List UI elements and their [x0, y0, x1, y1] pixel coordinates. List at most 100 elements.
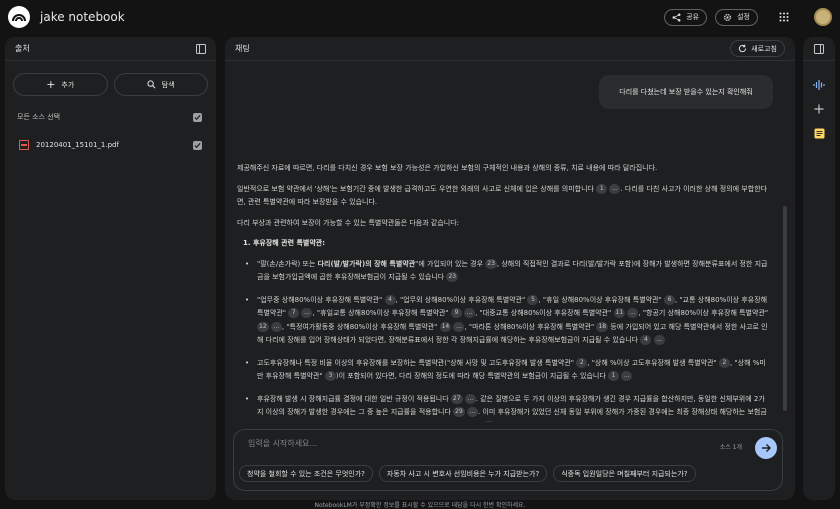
- apps-grid-icon[interactable]: [774, 7, 794, 27]
- citation-chip[interactable]: 4: [384, 294, 396, 305]
- share-label: 공유: [686, 13, 700, 21]
- citation-chip[interactable]: 18: [596, 321, 609, 332]
- citation-chip[interactable]: 27: [450, 393, 463, 404]
- note-icon[interactable]: [803, 121, 835, 145]
- citation-chip[interactable]: 1: [596, 183, 608, 194]
- pdf-icon: [19, 140, 29, 150]
- citation-chip[interactable]: 28: [483, 420, 495, 422]
- select-all-sources[interactable]: 모든 소스 선택: [5, 110, 216, 124]
- citation-chip[interactable]: ...: [621, 371, 633, 381]
- answer-text: "에 가입되어 있는 경우: [415, 259, 484, 268]
- source-file-name: 20120401_15101_1.pdf: [36, 141, 119, 149]
- citation-chip[interactable]: 29: [453, 407, 465, 417]
- citation-chip[interactable]: ...: [627, 308, 639, 318]
- assistant-answer: 제공해주신 자료에 따르면, 다리를 다치신 경우 보험 보장 가능성은 가입하…: [237, 162, 769, 422]
- answer-paragraph: 제공해주신 자료에 따르면, 다리를 다치신 경우 보험 보장 가능성은 가입하…: [237, 164, 658, 172]
- gear-icon: [724, 13, 732, 21]
- answer-text: , "대중교통 상해80%이상 후유장해 특별약관": [475, 309, 612, 317]
- citation-chip[interactable]: ...: [467, 407, 479, 417]
- select-all-checkbox[interactable]: [193, 112, 202, 122]
- answer-heading: 1. 후유장해 관련 특별약관:: [243, 239, 326, 247]
- citation-chip[interactable]: 14: [439, 321, 452, 332]
- citation-chip[interactable]: 1: [608, 371, 620, 381]
- citation-chip[interactable]: 9: [450, 308, 462, 318]
- answer-text: )이 포함되어 있다면, 다리 장해의 정도에 따라 해당 특별약관의 보험금이…: [335, 372, 606, 380]
- add-note-icon[interactable]: [803, 97, 835, 121]
- answer-bullet: 후유장해 발생 시 장해지급률 결정에 대한 일반 규정이 적용됩니다 27 .…: [237, 393, 769, 422]
- answer-text: "업무중 상해80%이상 후유장해 특별약관": [257, 295, 383, 304]
- citation-chip[interactable]: 2: [576, 357, 588, 368]
- answer-text: , "항공기 상해80%이상 후유장해 특별약관": [638, 309, 769, 317]
- answer-bullet: 고도후유장해나 특정 비율 이상의 후유장해를 보장하는 특별약관("상해 사망…: [237, 357, 769, 384]
- share-icon: [672, 13, 681, 21]
- answer-bullet: "팔(손/손가락) 또는 다리(발/발가락)의 장해 특별약관"에 가입되어 있…: [237, 258, 769, 285]
- source-item[interactable]: 20120401_15101_1.pdf: [5, 138, 216, 152]
- answer-text: , "상해 %이상 고도후유장해 발생 특별약관": [587, 358, 717, 367]
- citation-chip[interactable]: 23: [485, 258, 497, 269]
- suggested-question[interactable]: 자동차 사고 시 변호사 선임비용은 누가 지급받는가?: [378, 465, 548, 482]
- answer-text: , "휴일교통 상해80%이상 후유장해 특별약관": [312, 309, 449, 317]
- citation-chip[interactable]: 12: [257, 321, 269, 332]
- share-button[interactable]: 공유: [664, 8, 708, 26]
- disclaimer-text: NotebookLM가 부정확한 정보를 표시할 수 있으므로 대답을 다시 한…: [314, 502, 526, 509]
- select-all-label: 모든 소스 선택: [17, 113, 61, 121]
- settings-label: 설정: [737, 13, 750, 21]
- audio-overview-icon[interactable]: [803, 73, 835, 97]
- chat-input-box: 입력을 시작하세요... 소스 1개 청약을 철회할 수 있는 조건은 무엇인가…: [233, 429, 783, 491]
- avatar[interactable]: [814, 8, 832, 26]
- citation-chip[interactable]: ...: [464, 308, 476, 318]
- answer-paragraph: 일반적으로 보험 약관에서 '상해'는 보험기간 중에 발생한 급격하고도 우연…: [237, 183, 769, 210]
- refresh-icon: [739, 44, 747, 53]
- chat-title: 채팅: [235, 44, 250, 53]
- sources-panel: 출처 + 추가 탐색 모든 소스 선택 20120401_15101_1.pdf: [5, 37, 216, 500]
- citation-chip[interactable]: 4: [640, 335, 652, 345]
- answer-bold: 다리(발/발가락)의 장해 특별약관: [317, 259, 416, 268]
- answer-text: , "업무외 상해80%이상 후유장해 특별약관": [395, 295, 526, 304]
- citation-chip[interactable]: ...: [453, 321, 465, 332]
- answer-bullet: "업무중 상해80%이상 후유장해 특별약관" 4, "업무외 상해80%이상 …: [237, 294, 769, 348]
- discover-source-button[interactable]: 탐색: [113, 73, 208, 96]
- settings-button[interactable]: 설정: [715, 8, 758, 26]
- add-source-button[interactable]: + 추가: [13, 73, 108, 96]
- suggested-question[interactable]: 식중독 입원일당은 며칠째부터 지급되는가?: [553, 465, 696, 482]
- citation-chip[interactable]: 6: [664, 294, 676, 305]
- citation-chip[interactable]: ...: [653, 335, 665, 345]
- studio-rail: [803, 37, 835, 500]
- source-checkbox[interactable]: [193, 140, 202, 150]
- expand-panel-icon[interactable]: [814, 43, 824, 54]
- citation-chip[interactable]: 3: [324, 371, 336, 381]
- notebook-title[interactable]: jake notebook: [40, 10, 125, 24]
- citation-chip[interactable]: 5: [527, 294, 539, 305]
- answer-text: , "마라톤 상해80%이상 후유장해 특별약관": [464, 322, 595, 331]
- citation-chip[interactable]: 11: [613, 308, 626, 318]
- send-arrow-icon: [762, 444, 771, 452]
- refresh-button[interactable]: 새로고침: [730, 40, 785, 57]
- citation-chip[interactable]: 2: [718, 357, 730, 368]
- citation-chip[interactable]: ...: [301, 308, 313, 318]
- user-message: 다리를 다쳤는데 보장 받을수 있는지 확인해줘: [599, 75, 773, 109]
- chat-messages[interactable]: 다리를 다쳤는데 보장 받을수 있는지 확인해줘 제공해주신 자료에 따르면, …: [225, 61, 795, 422]
- citation-chip[interactable]: 23: [446, 272, 459, 282]
- plus-icon: +: [46, 78, 56, 91]
- chat-input[interactable]: 입력을 시작하세요...: [248, 438, 317, 449]
- collapse-panel-icon[interactable]: [196, 43, 206, 54]
- answer-paragraph: 다리 부상과 관련하여 보장이 가능할 수 있는 특별약관들은 다음과 같습니다…: [237, 218, 460, 227]
- citation-chip[interactable]: 7: [288, 308, 300, 318]
- discover-source-label: 탐색: [161, 80, 175, 89]
- suggested-question[interactable]: 청약을 철회할 수 있는 조건은 무엇인가?: [239, 465, 373, 482]
- chat-scrollbar[interactable]: [783, 206, 787, 411]
- answer-text: "팔(손/손가락) 또는: [257, 259, 316, 268]
- notebooklm-logo-icon[interactable]: [8, 6, 30, 28]
- source-count: 소스 1개: [719, 444, 742, 451]
- send-button[interactable]: [755, 437, 777, 459]
- citation-chip[interactable]: ...: [464, 393, 476, 404]
- answer-text: 고도후유장해나 특정 비율 이상의 후유장해를 보장하는 특별약관("상해 사망…: [257, 358, 575, 367]
- sources-title: 출처: [15, 44, 30, 53]
- answer-text: , "특정여가활동중 상해80%이상 후유장해 특별약관": [281, 322, 438, 331]
- citation-chip[interactable]: ...: [609, 183, 621, 194]
- answer-text: , "휴일 상해80%이상 후유장해 특별약관": [538, 295, 662, 304]
- answer-text: 후유장해 발생 시 장해지급률 결정에 대한 일반 규정이 적용됩니다: [257, 394, 449, 403]
- citation-chip[interactable]: ...: [270, 321, 282, 332]
- answer-text: 일반적으로 보험 약관에서 '상해'는 보험기간 중에 발생한 급격하고도 우연…: [237, 184, 594, 193]
- search-sparkle-icon: [147, 80, 156, 89]
